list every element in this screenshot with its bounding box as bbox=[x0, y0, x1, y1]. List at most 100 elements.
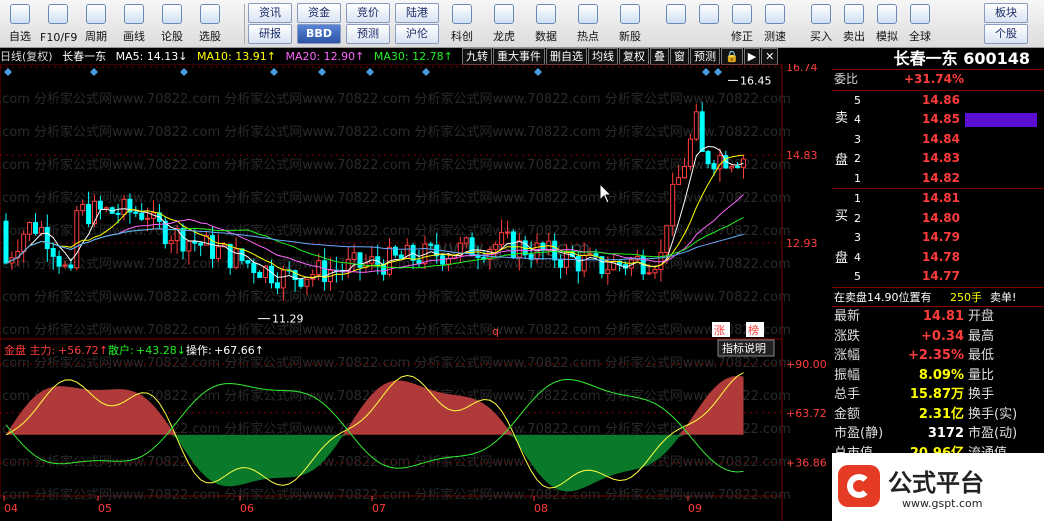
candle-body bbox=[646, 272, 652, 275]
text-button-6[interactable]: 预测 bbox=[346, 24, 390, 44]
candle-body bbox=[3, 220, 9, 264]
asks-row[interactable]: 4 14.85 bbox=[832, 110, 1044, 130]
bids-row[interactable]: 2 14.80 bbox=[832, 209, 1044, 229]
quote-stats: 最新 14.81 开盘 涨跌 +0.34 最高 涨幅 +2.35% 最低 振幅 8.09% 量比 总手 1… bbox=[832, 306, 1044, 463]
toolbar2-button-1[interactable]: 龙虎 bbox=[485, 2, 523, 46]
candle-body bbox=[687, 138, 693, 167]
toolbar3-button-6[interactable]: 模拟 bbox=[871, 2, 903, 46]
text-button-3[interactable]: 陆港 bbox=[395, 3, 439, 23]
stat-label: 涨幅 bbox=[834, 348, 861, 363]
asks-row[interactable]: 5 14.86 bbox=[832, 91, 1044, 111]
asks-row[interactable]: 2 14.83 bbox=[832, 149, 1044, 169]
bids-row[interactable]: 4 14.78 bbox=[832, 248, 1044, 268]
toolbar-button-3[interactable]: 画线 bbox=[116, 2, 152, 46]
right-toolbar-button-1[interactable]: 个股 bbox=[984, 24, 1028, 44]
play-icon[interactable]: ▶ bbox=[743, 48, 761, 65]
stat-row: 市盈(静) 3172 市盈(动) bbox=[832, 424, 1044, 444]
bids-row[interactable]: 1 14.81 bbox=[832, 189, 1044, 209]
toolbar3-button-label: 修正 bbox=[731, 30, 753, 43]
bids-row[interactable]: 3 14.79 bbox=[832, 228, 1044, 248]
event-diamond-icon[interactable] bbox=[318, 68, 326, 76]
gspt-logo: 公式平台 www.gspt.com bbox=[832, 453, 1044, 521]
candle-body bbox=[168, 240, 174, 245]
toolbar-button-label: F10/F9 bbox=[40, 31, 78, 44]
chart-tab-7[interactable]: 预测 bbox=[690, 48, 720, 65]
stat-label-right: 最高 bbox=[968, 328, 995, 344]
toolbar-button-5[interactable]: 选股 bbox=[192, 2, 228, 46]
chart-tab-4[interactable]: 复权 bbox=[619, 48, 649, 65]
text-button-4[interactable]: 研报 bbox=[248, 24, 292, 44]
event-diamond-icon[interactable] bbox=[422, 68, 430, 76]
period-mode[interactable]: 日线(复权) bbox=[0, 50, 53, 63]
event-diamond-icon[interactable] bbox=[270, 68, 278, 76]
event-diamond-icon[interactable] bbox=[714, 68, 722, 76]
chart-tab-0[interactable]: 九转 bbox=[462, 48, 492, 65]
candle-body bbox=[693, 111, 699, 140]
toolbar3-button-2[interactable]: 修正 bbox=[726, 2, 758, 46]
bids-row[interactable]: 5 14.77 bbox=[832, 267, 1044, 287]
toolbar3-button-label: 卖出 bbox=[843, 30, 865, 43]
chart-tab-3[interactable]: 均线 bbox=[588, 48, 618, 65]
toolbar-button-4[interactable]: 论股 bbox=[154, 2, 190, 46]
candle-body bbox=[56, 255, 62, 267]
bids-side-char: 买 bbox=[835, 209, 849, 224]
event-diamond-icon[interactable] bbox=[4, 68, 12, 76]
pencil-icon bbox=[124, 4, 144, 24]
candle-body bbox=[676, 177, 682, 185]
toolbar3-button-7[interactable]: 全球 bbox=[904, 2, 936, 46]
stat-value: 14.81 bbox=[922, 309, 964, 324]
text-button-0[interactable]: 资讯 bbox=[248, 3, 292, 23]
chart-tab-1[interactable]: 重大事件 bbox=[493, 48, 545, 65]
candle-body bbox=[322, 260, 328, 283]
toolbar-button-label: 周期 bbox=[85, 30, 107, 43]
toolbar3-button-1[interactable] bbox=[693, 2, 725, 46]
x-axis-label: 08 bbox=[534, 502, 548, 515]
watermark-text: .com 分析家公式网www.70822.com 分析家公式网www.70822… bbox=[0, 289, 791, 305]
candle-body bbox=[274, 282, 280, 289]
candle-body bbox=[233, 248, 239, 268]
toolbar3-button-3[interactable]: 测速 bbox=[759, 2, 791, 46]
asks-row[interactable]: 3 14.84 bbox=[832, 130, 1044, 150]
toolbar3-button-5[interactable]: 卖出 bbox=[838, 2, 870, 46]
toolbar-button-2[interactable]: 周期 bbox=[78, 2, 114, 46]
toolbar2-button-2[interactable]: 数据 bbox=[527, 2, 565, 46]
chart-tab-2[interactable]: 删自选 bbox=[546, 48, 587, 65]
text-button-2[interactable]: 竞价 bbox=[346, 3, 390, 23]
chart-tab-5[interactable]: 叠 bbox=[650, 48, 669, 65]
event-diamond-icon[interactable] bbox=[702, 68, 710, 76]
event-diamond-icon[interactable] bbox=[180, 68, 188, 76]
toolbar-button-1[interactable]: F10/F9 bbox=[40, 2, 78, 46]
toolbar-button-0[interactable]: 自选 bbox=[2, 2, 38, 46]
notice-tail: 卖单! bbox=[990, 290, 1017, 304]
toolbar3-button-0[interactable] bbox=[660, 2, 692, 46]
toolbar2-button-0[interactable]: 科创 bbox=[443, 2, 481, 46]
candle-body bbox=[174, 227, 180, 242]
candle-body bbox=[145, 217, 151, 220]
asks-level: 5 bbox=[854, 93, 861, 107]
lock-icon[interactable]: 🔒 bbox=[721, 48, 743, 65]
text-button-5[interactable]: BBD bbox=[297, 24, 341, 44]
asks-row[interactable]: 1 14.82 bbox=[832, 169, 1044, 189]
close-icon[interactable]: ✕ bbox=[761, 48, 779, 65]
stat-row: 总手 15.87万 换手 bbox=[832, 385, 1044, 405]
ipo-icon bbox=[620, 4, 640, 24]
text-button-7[interactable]: 沪伦 bbox=[395, 24, 439, 44]
candle-body bbox=[245, 260, 251, 264]
watermark-text: .com 分析家公式网www.70822.com 分析家公式网www.70822… bbox=[0, 157, 791, 173]
chart-tab-6[interactable]: 窗 bbox=[670, 48, 689, 65]
grid-icon bbox=[666, 4, 686, 24]
right-toolbar-button-0[interactable]: 板块 bbox=[984, 3, 1028, 23]
event-diamond-icon[interactable] bbox=[90, 68, 98, 76]
toolbar2-button-4[interactable]: 新股 bbox=[611, 2, 649, 46]
kline-chart[interactable]: .com 分析家公式网www.70822.com 分析家公式网www.70822… bbox=[0, 64, 832, 521]
low-price-label: 11.29 bbox=[272, 313, 304, 326]
text-button-1[interactable]: 资金 bbox=[297, 3, 341, 23]
logo-text: 公式平台 bbox=[888, 469, 984, 497]
candle-body bbox=[62, 264, 68, 267]
stat-label: 市盈(静) bbox=[834, 426, 884, 441]
toolbar2-button-3[interactable]: 热点 bbox=[569, 2, 607, 46]
event-diamond-icon[interactable] bbox=[366, 68, 374, 76]
event-diamond-icon[interactable] bbox=[534, 68, 542, 76]
toolbar3-button-4[interactable]: 买入 bbox=[805, 2, 837, 46]
main-toolbar: 自选 F10/F9 周期 画线 论股 选股 资讯 资金 竞价 陆港研报 BBD 预测 沪伦 科创 龙虎 数据 热… bbox=[0, 0, 1044, 48]
